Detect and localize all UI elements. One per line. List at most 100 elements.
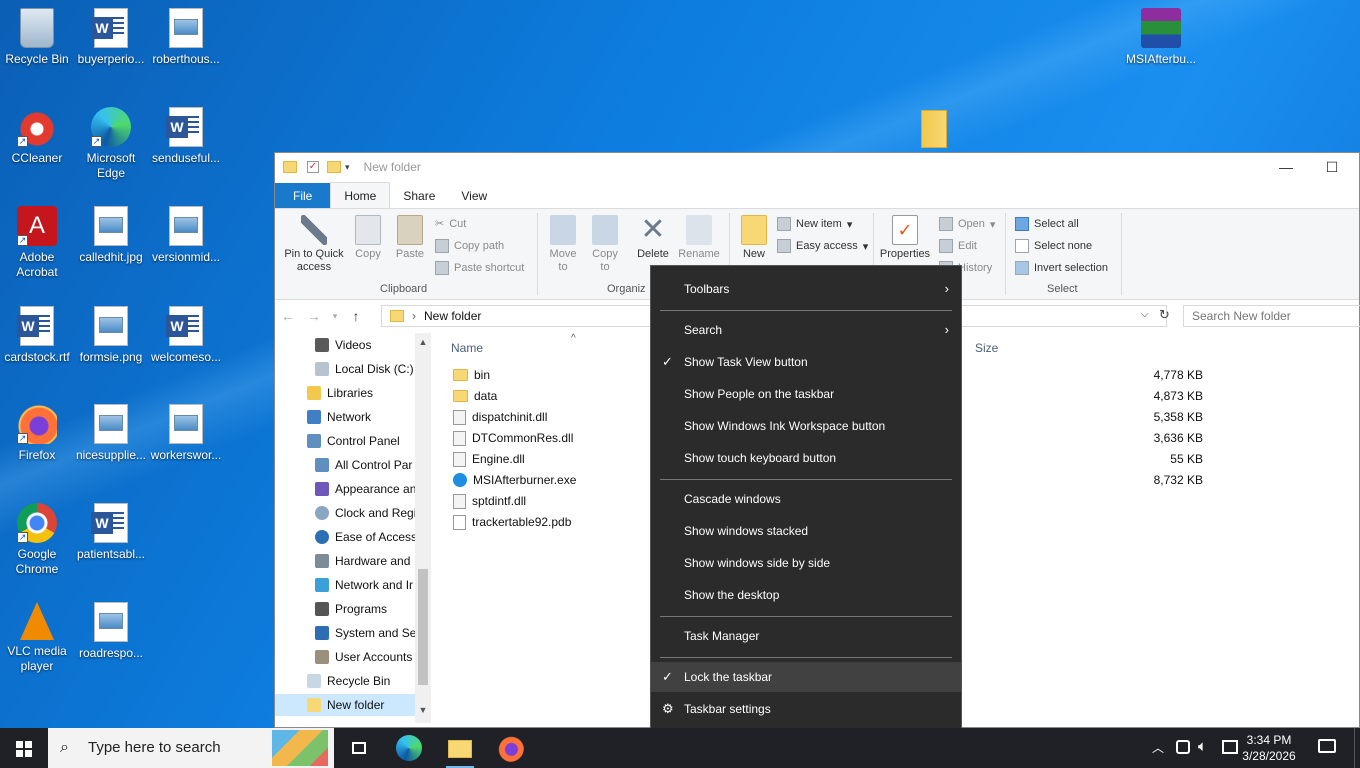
network-status-icon[interactable] xyxy=(1176,740,1190,754)
taskbar[interactable]: ⌕ Type here to search ︿ 🔈︎ 3:34 PM 3/28/… xyxy=(0,728,1360,768)
menu-item-taskbar-settings[interactable]: ⚙ Taskbar settings xyxy=(651,694,961,724)
cut-button[interactable]: ✂ Cut xyxy=(435,217,466,231)
recent-locations-chevron-icon[interactable]: ▾ xyxy=(327,311,343,322)
edit-button[interactable]: Edit xyxy=(939,239,977,253)
search-input[interactable]: Search New folder xyxy=(1183,305,1360,327)
column-header-name[interactable]: Name xyxy=(451,341,483,355)
nav-item-network[interactable]: Network xyxy=(307,406,415,428)
tab-share[interactable]: Share xyxy=(390,183,448,208)
file-explorer-taskbar-icon[interactable] xyxy=(446,734,474,768)
desktop-icon-cardstock[interactable]: W cardstock.rtf xyxy=(0,306,74,365)
edge-taskbar-icon[interactable] xyxy=(396,735,422,761)
menu-item-search[interactable]: Search › xyxy=(651,315,961,345)
forward-arrow-icon[interactable]: → xyxy=(301,308,327,324)
desktop-icon-roadrespo[interactable]: roadrespo... xyxy=(74,602,148,661)
list-item[interactable]: DTCommonRes.dll xyxy=(453,428,573,448)
desktop-icon-adobe-acrobat[interactable]: A ↗ Adobe Acrobat xyxy=(0,206,74,280)
desktop-icon-microsoft-edge[interactable]: ↗ Microsoft Edge xyxy=(74,107,148,181)
nav-item-system-security[interactable]: System and Se xyxy=(315,622,415,644)
desktop-icon-formsie[interactable]: formsie.png xyxy=(74,306,148,365)
open-button[interactable]: Open ▾ xyxy=(939,217,995,231)
paste-shortcut-button[interactable]: Paste shortcut xyxy=(435,261,524,275)
new-folder-quick-icon[interactable] xyxy=(327,161,341,173)
nav-item-all-control-panel[interactable]: All Control Par xyxy=(315,454,415,476)
nav-item-clock-region[interactable]: Clock and Regi xyxy=(315,502,415,524)
address-dropdown-icon[interactable]: ⌵ xyxy=(1141,309,1149,320)
nav-item-control-panel[interactable]: Control Panel xyxy=(307,430,415,452)
desktop-icon-msiafterburner-archive[interactable]: MSIAfterbu... xyxy=(1124,8,1198,67)
paste-button[interactable]: Paste xyxy=(391,215,429,261)
menu-item-show-people[interactable]: Show People on the taskbar xyxy=(651,379,961,409)
copy-button[interactable]: Copy xyxy=(351,215,385,261)
notifications-icon[interactable] xyxy=(1318,739,1336,753)
minimize-button[interactable]: — xyxy=(1263,153,1309,181)
invert-selection-button[interactable]: Invert selection xyxy=(1015,261,1108,275)
new-item-button[interactable]: New item ▾ xyxy=(777,217,852,231)
scroll-up-icon[interactable]: ▲ xyxy=(415,337,431,347)
nav-item-user-accounts[interactable]: User Accounts xyxy=(315,646,415,668)
menu-item-show-touch-keyboard[interactable]: Show touch keyboard button xyxy=(651,443,961,473)
desktop-icon-buyerperio[interactable]: W buyerperio... xyxy=(74,8,148,67)
desktop-icon-vlc[interactable]: VLC media player xyxy=(0,602,74,674)
start-button[interactable] xyxy=(0,728,48,768)
menu-item-show-windows-stacked[interactable]: Show windows stacked xyxy=(651,516,961,546)
nav-item-recycle-bin[interactable]: Recycle Bin xyxy=(307,670,415,692)
nav-item-network-internet[interactable]: Network and Ir xyxy=(315,574,415,596)
nav-item-libraries[interactable]: Libraries xyxy=(307,382,415,404)
desktop-icon-patientsabl[interactable]: W patientsabl... xyxy=(74,503,148,562)
easy-access-button[interactable]: Easy access ▾ xyxy=(777,239,868,253)
menu-item-toolbars[interactable]: Toolbars › xyxy=(651,274,961,304)
tab-view[interactable]: View xyxy=(448,183,500,208)
copy-path-button[interactable]: Copy path xyxy=(435,239,504,253)
nav-item-local-disk[interactable]: Local Disk (C:) xyxy=(315,358,415,380)
title-bar[interactable]: ✓ ▾ New folder xyxy=(275,153,1359,181)
tab-home[interactable]: Home xyxy=(330,182,391,208)
scroll-down-icon[interactable]: ▼ xyxy=(415,705,431,715)
select-none-button[interactable]: Select none xyxy=(1015,239,1092,253)
delete-button[interactable]: ✕ Delete xyxy=(633,215,673,261)
show-hidden-icons-chevron-icon[interactable]: ︿ xyxy=(1152,739,1164,756)
properties-quick-icon[interactable]: ✓ xyxy=(307,161,319,173)
desktop-icon-versionmid[interactable]: versionmid... xyxy=(149,206,223,265)
menu-item-task-manager[interactable]: Task Manager xyxy=(651,621,961,651)
system-clock[interactable]: 3:34 PM 3/28/2026 xyxy=(1234,732,1304,764)
list-item[interactable]: data xyxy=(453,386,497,406)
menu-item-show-desktop[interactable]: Show the desktop xyxy=(651,580,961,610)
nav-item-programs[interactable]: Programs xyxy=(315,598,415,620)
menu-item-show-task-view[interactable]: ✓ Show Task View button xyxy=(651,347,961,377)
desktop-icon-calledhit[interactable]: calledhit.jpg xyxy=(74,206,148,265)
quick-access-dropdown-icon[interactable]: ▾ xyxy=(345,162,350,173)
new-folder-button[interactable]: New xyxy=(735,215,773,261)
show-desktop-button[interactable] xyxy=(1354,728,1360,768)
volume-icon[interactable]: 🔈︎ xyxy=(1198,738,1207,755)
nav-item-ease-of-access[interactable]: Ease of Access xyxy=(315,526,415,548)
nav-item-videos[interactable]: Videos xyxy=(315,334,415,356)
list-item[interactable]: bin xyxy=(453,365,490,385)
copy-to-button[interactable]: Copy to xyxy=(587,215,623,274)
properties-button[interactable]: ✓ Properties xyxy=(877,215,933,261)
navigation-scrollbar[interactable]: ▲ ▼ xyxy=(415,333,431,723)
rename-button[interactable]: Rename xyxy=(677,215,721,261)
maximize-button[interactable]: ☐ xyxy=(1309,153,1355,181)
firefox-taskbar-icon[interactable] xyxy=(496,734,524,762)
scrollbar-thumb[interactable] xyxy=(418,569,428,685)
up-arrow-icon[interactable]: ↑ xyxy=(343,308,369,324)
menu-item-lock-taskbar[interactable]: ✓ Lock the taskbar xyxy=(651,662,961,692)
nav-item-new-folder[interactable]: New folder xyxy=(275,694,415,716)
taskbar-search-box[interactable]: ⌕ Type here to search xyxy=(48,728,334,768)
breadcrumb[interactable]: New folder xyxy=(424,309,481,323)
list-item[interactable]: trackertable92.pdb xyxy=(453,512,571,532)
task-view-icon[interactable] xyxy=(346,734,374,762)
nav-item-appearance[interactable]: Appearance an xyxy=(315,478,415,500)
desktop-icon-roberthous[interactable]: roberthous... xyxy=(149,8,223,67)
menu-item-show-ink-workspace[interactable]: Show Windows Ink Workspace button xyxy=(651,411,961,441)
refresh-icon[interactable]: ↻ xyxy=(1159,307,1170,323)
desktop-icon-workerswor[interactable]: workerswor... xyxy=(149,404,223,463)
move-to-button[interactable]: Move to xyxy=(545,215,581,274)
desktop-icon-welcomeso[interactable]: W welcomeso... xyxy=(149,306,223,365)
desktop-icon-recycle-bin[interactable]: Recycle Bin xyxy=(0,8,74,67)
menu-item-cascade-windows[interactable]: Cascade windows xyxy=(651,484,961,514)
desktop-icon-senduseful[interactable]: W senduseful... xyxy=(149,107,223,166)
back-arrow-icon[interactable]: ← xyxy=(275,308,301,324)
column-header-size[interactable]: Size xyxy=(975,341,998,355)
